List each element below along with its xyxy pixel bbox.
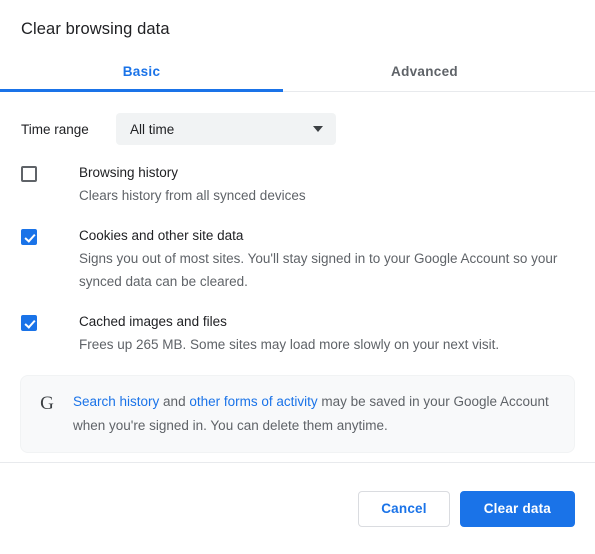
tab-basic[interactable]: Basic xyxy=(0,55,283,92)
dialog-body: Time range All time Browsing history Cle… xyxy=(0,92,595,462)
chevron-down-icon xyxy=(313,126,323,132)
tab-strip: Basic Advanced xyxy=(0,55,595,92)
clear-data-button-label: Clear data xyxy=(483,501,551,516)
option-title: Browsing history xyxy=(79,165,179,180)
clear-browsing-data-dialog: Clear browsing data Basic Advanced Time … xyxy=(0,0,595,554)
cancel-button-label: Cancel xyxy=(381,501,427,516)
page-title: Clear browsing data xyxy=(21,20,170,38)
time-range-row: Time range All time xyxy=(20,113,575,145)
option-title: Cached images and files xyxy=(79,314,227,329)
option-description: Frees up 265 MB. Some sites may load mor… xyxy=(79,337,500,352)
checkbox-cached-images-files[interactable] xyxy=(21,315,37,331)
option-browsing-history[interactable]: Browsing history Clears history from all… xyxy=(20,163,575,207)
tab-basic-label: Basic xyxy=(122,64,161,79)
time-range-select[interactable]: All time xyxy=(116,113,336,145)
checkbox-browsing-history[interactable] xyxy=(21,166,37,182)
info-card-text: Search history and other forms of activi… xyxy=(73,390,556,438)
info-card-mid-text: and xyxy=(159,394,190,409)
option-description: Clears history from all synced devices xyxy=(79,188,306,203)
clear-data-button[interactable]: Clear data xyxy=(459,490,575,527)
time-range-selected-value: All time xyxy=(130,121,175,137)
other-forms-of-activity-link[interactable]: other forms of activity xyxy=(189,394,317,409)
search-history-link[interactable]: Search history xyxy=(73,394,159,409)
option-cookies-site-data[interactable]: Cookies and other site data Signs you ou… xyxy=(20,226,575,293)
cancel-button[interactable]: Cancel xyxy=(358,490,450,527)
google-account-info-card: G Search history and other forms of acti… xyxy=(20,375,575,453)
option-title: Cookies and other site data xyxy=(79,228,244,243)
google-g-icon: G xyxy=(40,393,54,414)
option-cached-images-files[interactable]: Cached images and files Frees up 265 MB.… xyxy=(20,312,575,356)
tab-advanced[interactable]: Advanced xyxy=(283,55,566,92)
option-text: Browsing history Clears history from all… xyxy=(79,163,306,207)
tab-advanced-label: Advanced xyxy=(391,64,458,79)
option-text: Cached images and files Frees up 265 MB.… xyxy=(79,312,499,356)
checkbox-cookies-site-data[interactable] xyxy=(21,229,37,245)
option-description: Signs you out of most sites. You'll stay… xyxy=(79,251,558,289)
time-range-label: Time range xyxy=(21,121,89,137)
dialog-footer: Cancel Clear data xyxy=(0,462,595,554)
option-text: Cookies and other site data Signs you ou… xyxy=(79,226,575,293)
options-list: Browsing history Clears history from all… xyxy=(20,163,575,356)
